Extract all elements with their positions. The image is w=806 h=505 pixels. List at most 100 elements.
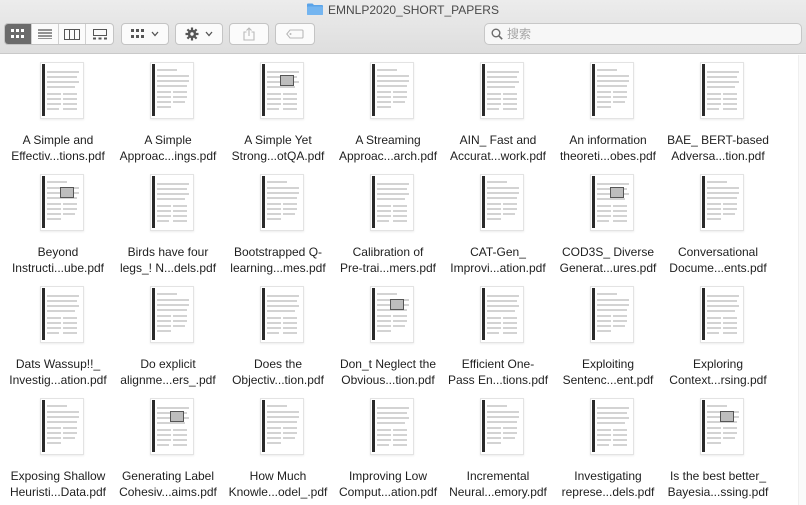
file-item[interactable]: Dats Wassup!!_ Investig...ation.pdf	[3, 279, 113, 391]
file-name-line1: Bootstrapped Q-	[233, 245, 323, 259]
file-name-line2: Docume...ents.pdf	[669, 261, 767, 275]
list-view-button[interactable]	[32, 24, 59, 44]
file-name: COD3S_ Diverse Generat...ures.pdf	[553, 244, 663, 276]
file-name: Incremental Neural...emory.pdf	[443, 468, 553, 500]
file-name-line1: Exploiting	[581, 357, 635, 371]
file-item[interactable]: Birds have four legs_! N...dels.pdf	[113, 167, 223, 279]
file-item[interactable]: Incremental Neural...emory.pdf	[443, 391, 553, 503]
folder-icon	[307, 3, 324, 15]
file-item[interactable]: Improving Low Comput...ation.pdf	[333, 391, 443, 503]
tag-action-button[interactable]	[276, 24, 314, 44]
file-item[interactable]: A Simple and Effectiv...tions.pdf	[3, 55, 113, 167]
pdf-thumbnail-icon	[590, 174, 634, 231]
pdf-thumbnail-icon	[700, 62, 744, 119]
pdf-thumbnail-icon	[260, 398, 304, 455]
file-name: An information theoreti...obes.pdf	[553, 132, 663, 164]
file-name: CAT-Gen_ Improvi...ation.pdf	[443, 244, 553, 276]
file-item[interactable]: CAT-Gen_ Improvi...ation.pdf	[443, 167, 553, 279]
gallery-view-button[interactable]	[86, 24, 113, 44]
file-item[interactable]: Exploring Context...rsing.pdf	[663, 279, 773, 391]
file-name-line1: CAT-Gen_	[470, 245, 526, 259]
file-name-line2: Knowle...odel_.pdf	[228, 485, 328, 499]
file-item[interactable]: BAE_ BERT-based Adversa...tion.pdf	[663, 55, 773, 167]
file-name: Exploiting Sentenc...ent.pdf	[553, 356, 663, 388]
file-item[interactable]: Do explicit alignme...ers_.pdf	[113, 279, 223, 391]
pdf-thumbnail-icon	[260, 62, 304, 119]
file-name-line2: Effectiv...tions.pdf	[11, 149, 105, 163]
pdf-thumbnail-icon	[40, 286, 84, 343]
file-name-line1: Does the	[253, 357, 303, 371]
file-name: Bootstrapped Q-learning...mes.pdf	[223, 244, 333, 276]
file-item[interactable]: Generating Label Cohesiv...aims.pdf	[113, 391, 223, 503]
pdf-thumbnail-icon	[370, 398, 414, 455]
file-item[interactable]: COD3S_ Diverse Generat...ures.pdf	[553, 167, 663, 279]
pdf-thumbnail-icon	[150, 286, 194, 343]
file-item[interactable]: Efficient One- Pass En...tions.pdf	[443, 279, 553, 391]
search-field[interactable]	[484, 23, 802, 45]
file-item[interactable]: Exploiting Sentenc...ent.pdf	[553, 279, 663, 391]
view-switcher	[4, 23, 114, 45]
file-name: How Much Knowle...odel_.pdf	[223, 468, 333, 500]
group-button[interactable]	[121, 23, 169, 45]
file-name-line1: A Simple Yet	[244, 133, 312, 147]
group-by-button[interactable]	[122, 24, 168, 44]
column-view-button[interactable]	[59, 24, 86, 44]
search-input[interactable]	[507, 25, 787, 43]
action-menu-button[interactable]	[176, 24, 222, 44]
file-item[interactable]: Don_t Neglect the Obvious...tion.pdf	[333, 279, 443, 391]
file-item[interactable]: Conversational Docume...ents.pdf	[663, 167, 773, 279]
file-item[interactable]: An information theoreti...obes.pdf	[553, 55, 663, 167]
share-button[interactable]	[229, 23, 269, 45]
tag-button[interactable]	[275, 23, 315, 45]
file-item[interactable]: Calibration of Pre-trai...mers.pdf	[333, 167, 443, 279]
file-item[interactable]: Is the best better_ Bayesia...ssing.pdf	[663, 391, 773, 503]
file-name-line2: Neural...emory.pdf	[449, 485, 547, 499]
file-name-line2: alignme...ers_.pdf	[120, 373, 216, 387]
file-name-line2: Instructi...ube.pdf	[11, 261, 105, 275]
file-item[interactable]: A Streaming Approac...arch.pdf	[333, 55, 443, 167]
file-name-line1: Dats Wassup!!_	[15, 357, 101, 371]
file-item[interactable]: A Simple Yet Strong...otQA.pdf	[223, 55, 333, 167]
file-item[interactable]: Exposing Shallow Heuristi...Data.pdf	[3, 391, 113, 503]
file-name: AIN_ Fast and Accurat...work.pdf	[443, 132, 553, 164]
gear-icon	[185, 27, 199, 41]
pdf-thumbnail-icon	[40, 174, 84, 231]
pdf-thumbnail-icon	[150, 62, 194, 119]
file-item[interactable]: Beyond Instructi...ube.pdf	[3, 167, 113, 279]
file-item[interactable]: A Simple Approac...ings.pdf	[113, 55, 223, 167]
pdf-thumbnail-icon	[590, 398, 634, 455]
file-name-line1: A Simple	[144, 133, 192, 147]
file-name: Birds have four legs_! N...dels.pdf	[113, 244, 223, 276]
file-name: Don_t Neglect the Obvious...tion.pdf	[333, 356, 443, 388]
file-item[interactable]: AIN_ Fast and Accurat...work.pdf	[443, 55, 553, 167]
pdf-thumbnail-icon	[40, 398, 84, 455]
file-name: Investigating represe...dels.pdf	[553, 468, 663, 500]
file-item[interactable]: Does the Objectiv...tion.pdf	[223, 279, 333, 391]
file-name-line2: Pass En...tions.pdf	[447, 373, 549, 387]
vertical-scrollbar[interactable]	[798, 55, 806, 505]
file-name-line1: Calibration of	[352, 245, 424, 259]
finder-toolbar: EMNLP2020_SHORT_PAPERS	[0, 0, 806, 54]
file-name-line2: theoreti...obes.pdf	[559, 149, 657, 163]
file-name-line2: Generat...ures.pdf	[559, 261, 657, 275]
pdf-thumbnail-icon	[480, 174, 524, 231]
file-item[interactable]: How Much Knowle...odel_.pdf	[223, 391, 333, 503]
pdf-thumbnail-icon	[480, 286, 524, 343]
action-button[interactable]	[175, 23, 223, 45]
share-action-button[interactable]	[230, 24, 268, 44]
file-item[interactable]: Investigating represe...dels.pdf	[553, 391, 663, 503]
file-item[interactable]: Bootstrapped Q-learning...mes.pdf	[223, 167, 333, 279]
file-name-line1: Birds have four	[127, 245, 209, 259]
file-name-line2: Investig...ation.pdf	[9, 373, 107, 387]
file-name-line2: Strong...otQA.pdf	[231, 149, 325, 163]
list-icon	[38, 29, 52, 39]
pdf-thumbnail-icon	[260, 286, 304, 343]
file-name: A Simple Yet Strong...otQA.pdf	[223, 132, 333, 164]
file-name-line2: represe...dels.pdf	[561, 485, 655, 499]
file-name-line2: legs_! N...dels.pdf	[119, 261, 217, 275]
file-name-line1: Incremental	[466, 469, 530, 483]
file-name-line1: Improving Low	[348, 469, 428, 483]
pdf-thumbnail-icon	[150, 398, 194, 455]
icon-view-button[interactable]	[5, 24, 32, 44]
chevron-down-icon	[205, 31, 213, 37]
